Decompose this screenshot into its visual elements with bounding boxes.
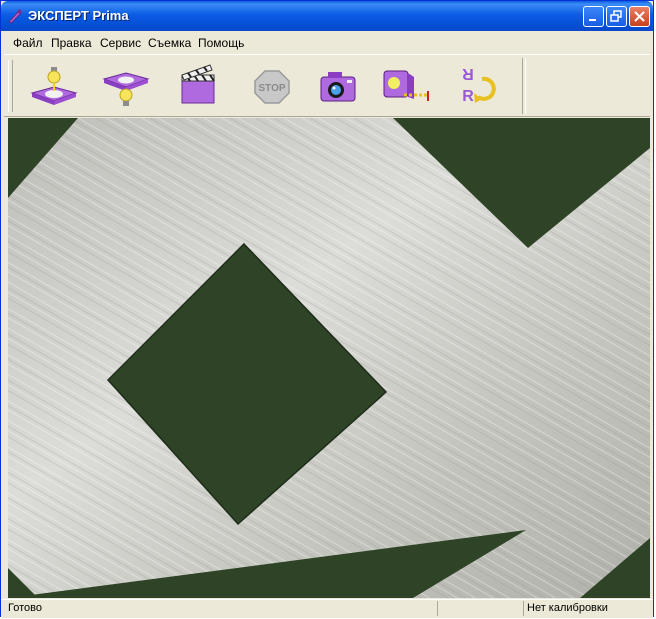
- maximize-button[interactable]: [606, 6, 627, 27]
- bottom-light-button[interactable]: [98, 61, 154, 111]
- app-icon: [8, 9, 22, 24]
- stop-label: STOP: [258, 83, 285, 94]
- stop-icon: STOP: [254, 70, 290, 104]
- lamp-bottom-icon: [102, 72, 150, 106]
- stop-button[interactable]: STOP: [244, 61, 300, 111]
- microscope-image: [8, 118, 650, 598]
- camera-icon: [320, 72, 356, 102]
- svg-text:R: R: [462, 88, 474, 105]
- toolbar: STOP R R: [4, 54, 650, 117]
- menu-service[interactable]: Сервис: [100, 36, 141, 50]
- lamp-top-icon: [30, 67, 78, 105]
- title-bar[interactable]: ЭКСПЕРТ Prima: [1, 1, 653, 31]
- restore-icon: [610, 10, 622, 22]
- measure-icon: [383, 70, 429, 101]
- menu-bar: Файл Правка Сервис Съемка Помощь: [1, 32, 653, 52]
- camera-view[interactable]: [8, 118, 650, 598]
- minimize-button[interactable]: [583, 6, 604, 27]
- top-light-button[interactable]: [26, 61, 82, 111]
- measure-button[interactable]: [376, 61, 432, 111]
- status-pane-empty: [437, 601, 521, 616]
- snapshot-button[interactable]: [310, 61, 366, 111]
- toolbar-grip[interactable]: [8, 60, 13, 112]
- close-button[interactable]: [629, 6, 650, 27]
- window-title: ЭКСПЕРТ Prima: [28, 8, 129, 23]
- svg-text:R: R: [462, 65, 474, 82]
- rotate-flip-button[interactable]: R R: [448, 61, 504, 111]
- toolbar-separator: [522, 58, 526, 114]
- close-icon: [634, 11, 645, 22]
- menu-capture[interactable]: Съемка: [148, 36, 191, 50]
- minimize-icon: [589, 19, 596, 21]
- video-button[interactable]: [170, 61, 226, 111]
- menu-file[interactable]: Файл: [13, 36, 43, 50]
- calibration-status: Нет калибровки: [523, 601, 651, 616]
- status-bar: Готово Нет калибровки: [1, 599, 653, 618]
- status-text: Готово: [8, 602, 42, 614]
- app-window: ЭКСПЕРТ Prima Файл Правка Сервис Съемка …: [0, 0, 654, 618]
- menu-edit[interactable]: Правка: [51, 36, 92, 50]
- menu-help[interactable]: Помощь: [198, 36, 244, 50]
- rotate-flip-icon: R R: [462, 65, 496, 105]
- clapperboard-icon: [181, 64, 215, 104]
